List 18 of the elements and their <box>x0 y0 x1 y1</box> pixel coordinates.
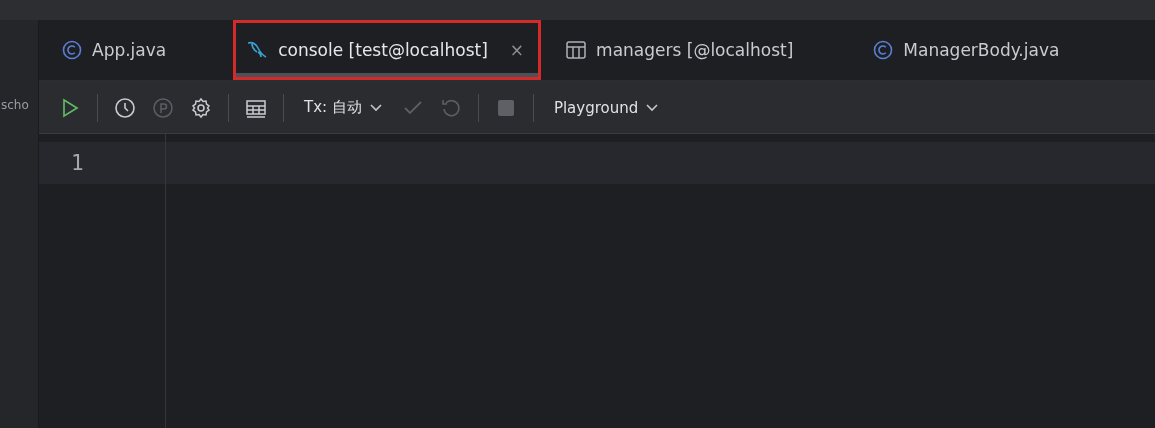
line-number: 1 <box>71 151 84 175</box>
side-panel-label: scho <box>1 98 30 112</box>
chevron-down-icon <box>369 103 382 112</box>
editor-tab[interactable]: App.java <box>49 20 184 80</box>
dropdown-button[interactable]: Tx: 自动 <box>294 94 392 121</box>
class-icon <box>873 40 894 60</box>
class-icon <box>62 40 82 60</box>
editor-tab[interactable]: ManagerBody.java <box>860 20 1077 80</box>
circled-p-icon <box>152 96 174 119</box>
settings-icon <box>190 96 212 119</box>
chevron-down-icon <box>646 103 659 112</box>
clock-icon <box>114 96 136 119</box>
editor-tab[interactable]: console [test@localhost] × <box>233 20 542 80</box>
close-icon[interactable]: × <box>509 40 525 60</box>
editor-tab[interactable]: managers [@localhost] <box>553 20 811 80</box>
table-icon <box>566 41 587 59</box>
dolphin-icon <box>246 40 269 60</box>
dropdown-button[interactable]: Playground <box>543 94 669 121</box>
